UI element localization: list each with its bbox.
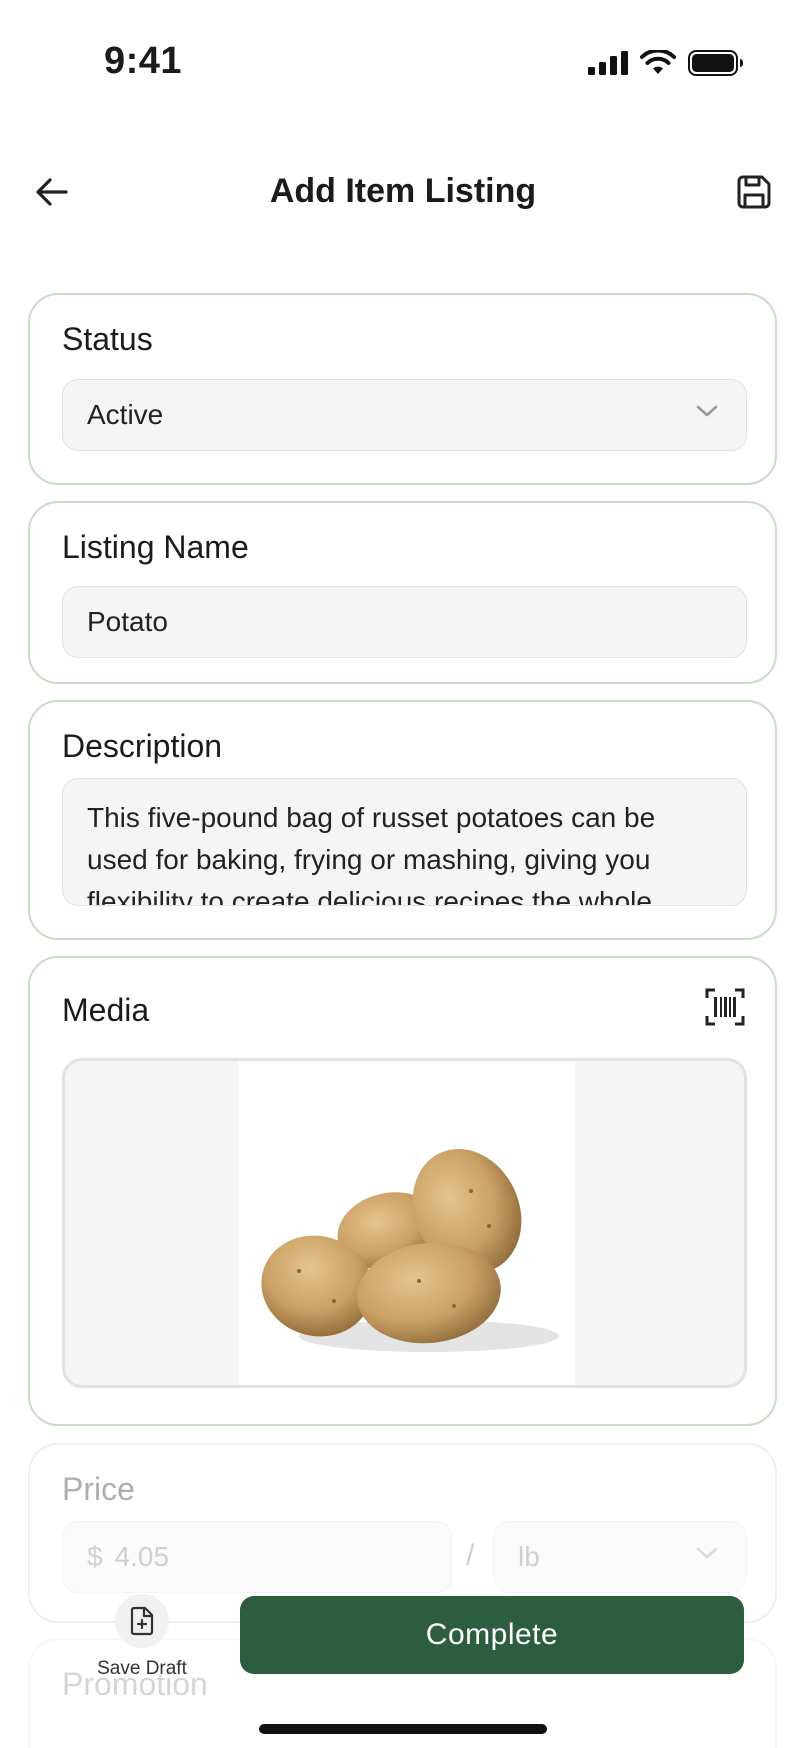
save-draft-icon-wrap xyxy=(115,1594,169,1648)
price-unit-separator: / xyxy=(466,1539,475,1572)
listing-name-label: Listing Name xyxy=(62,529,249,565)
description-value: This five-pound bag of russet potatoes c… xyxy=(87,802,656,906)
barcode-scan-icon xyxy=(705,988,745,1026)
barcode-scan-button[interactable] xyxy=(705,988,745,1028)
status-card: Status Active xyxy=(28,293,777,485)
page-title: Add Item Listing xyxy=(269,172,537,210)
save-draft-label: Save Draft xyxy=(97,1658,187,1679)
status-time: 9:41 xyxy=(104,40,183,82)
cellular-signal-icon xyxy=(588,51,628,75)
wifi-icon xyxy=(640,50,676,74)
currency-symbol: $ xyxy=(87,1541,103,1572)
bottom-action-bar: Save Draft Complete xyxy=(0,1590,806,1748)
listing-name-input[interactable]: Potato xyxy=(62,586,747,658)
status-value: Active xyxy=(87,399,164,430)
save-button[interactable] xyxy=(732,170,776,214)
description-card: Description This five-pound bag of russe… xyxy=(28,700,777,940)
listing-name-card: Listing Name Potato xyxy=(28,501,777,684)
nav-header: Add Item Listing xyxy=(0,150,806,234)
chevron-down-icon xyxy=(696,1547,718,1559)
media-label: Media xyxy=(62,992,150,1028)
description-label: Description xyxy=(62,728,223,764)
status-select[interactable]: Active xyxy=(62,379,747,451)
status-label: Status xyxy=(62,321,153,357)
price-input[interactable]: $ 4.05 xyxy=(62,1521,452,1593)
media-preview[interactable] xyxy=(62,1058,747,1388)
price-label: Price xyxy=(62,1471,135,1507)
price-unit-select[interactable]: lb xyxy=(493,1521,747,1593)
save-draft-button[interactable]: Save Draft xyxy=(86,1594,198,1694)
listing-name-value: Potato xyxy=(87,606,168,637)
status-bar: 9:41 xyxy=(0,0,806,130)
status-icons xyxy=(588,50,744,76)
file-plus-icon xyxy=(130,1606,154,1636)
description-textarea[interactable]: This five-pound bag of russet potatoes c… xyxy=(62,778,747,906)
price-value: 4.05 xyxy=(114,1541,170,1572)
product-image xyxy=(239,1061,575,1385)
chevron-down-icon xyxy=(696,405,718,417)
price-unit-value: lb xyxy=(518,1541,540,1572)
battery-icon xyxy=(688,50,743,76)
media-card: Media xyxy=(28,956,777,1426)
home-indicator xyxy=(259,1724,547,1734)
complete-button[interactable]: Complete xyxy=(240,1596,744,1674)
floppy-disk-icon xyxy=(737,175,771,209)
